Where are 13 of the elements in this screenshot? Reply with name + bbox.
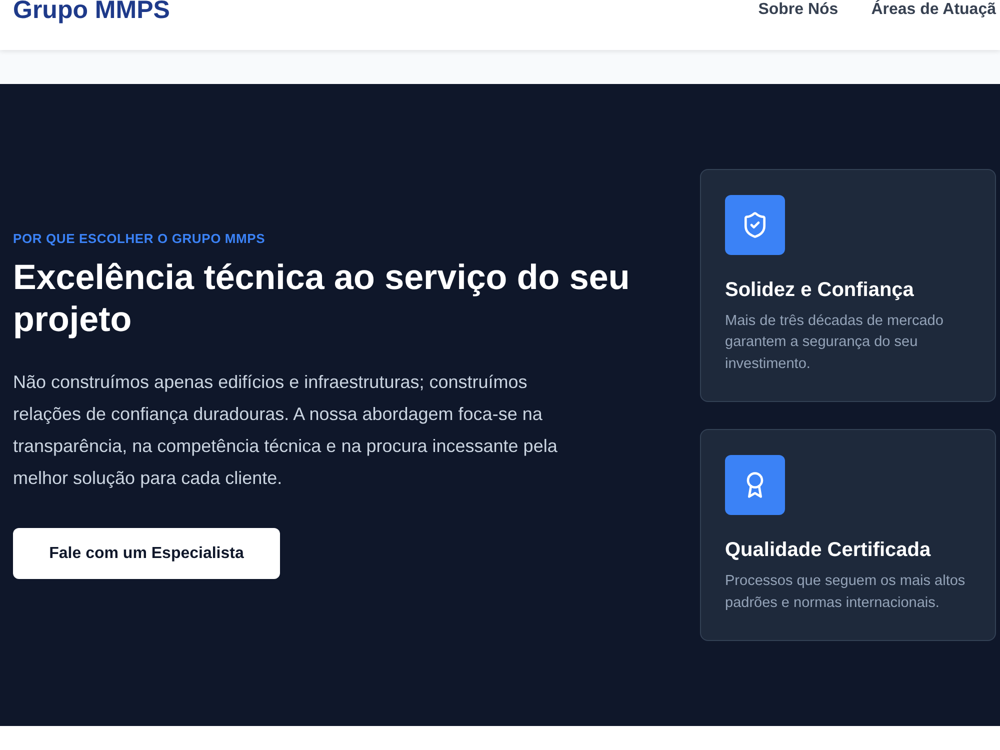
feature-description: Processos que seguem os mais altos padrões e normas internacionais. <box>725 572 966 613</box>
feature-title: Solidez e Confiança <box>725 278 915 303</box>
brand-logo-text[interactable]: Grupo MMPS <box>13 0 170 23</box>
section-eyebrow: POR QUE ESCOLHER O GRUPO MMPS <box>13 231 266 247</box>
feature-description: Mais de três décadas de mercado garantem a segurança do seu investimento. <box>725 312 944 374</box>
award-ribbon-icon <box>725 455 785 516</box>
hero-paragraph: Não construímos apenas edifícios e infraestruturas; construímos relações de confiança duradouras. A nossa abordagem foca-se na transparência, na competência técnica e na procura incessante pela melhor solução para cada cliente. <box>13 371 558 490</box>
hero-heading: Excelência técnica ao serviço do seu projeto <box>13 257 631 341</box>
feature-title: Qualidade Certificada <box>725 538 932 564</box>
nav-link[interactable]: Sobre Nós <box>758 1 838 19</box>
shield-check-icon <box>725 194 785 255</box>
nav-link[interactable]: Áreas de Atuaçã <box>871 1 996 19</box>
contact-specialist-button[interactable]: Fale com um Especialista <box>13 528 280 579</box>
